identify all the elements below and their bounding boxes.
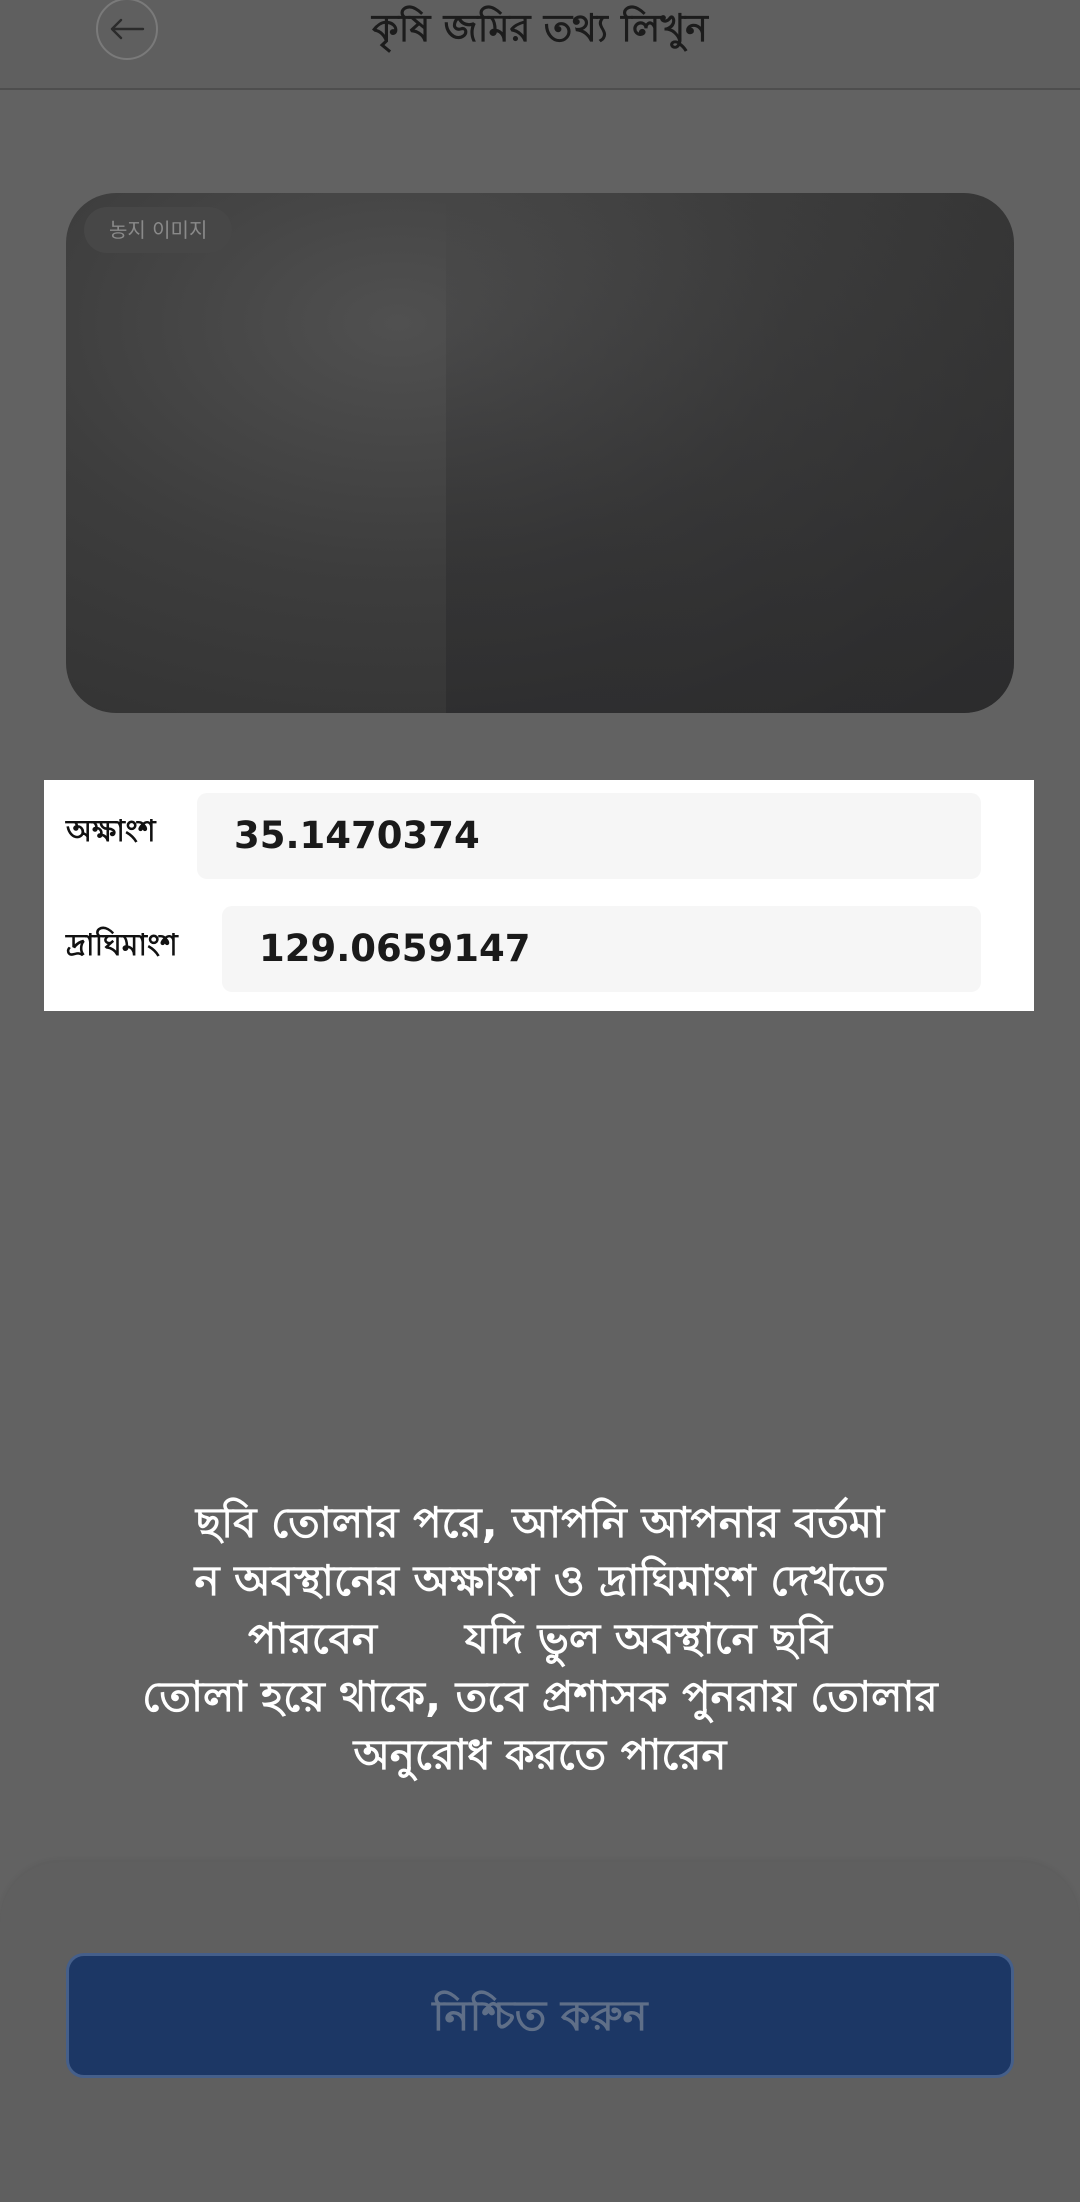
info-line: পারবেন যদি ভুল অবস্থানে ছবি bbox=[247, 1614, 833, 1663]
farmland-photo: 농지 이미지 bbox=[66, 193, 1014, 713]
longitude-field[interactable]: 129.0659147 bbox=[222, 906, 981, 992]
longitude-label: দ্রাঘিমাংশ bbox=[66, 928, 178, 963]
info-line: ন অবস্থানের অক্ষাংশ ও দ্রাঘিমাংশ দেখতে bbox=[194, 1556, 886, 1605]
location-info-text: ছবি তোলার পরে, আপনি আপনার বর্তমা ন অবস্থ… bbox=[60, 1494, 1020, 1784]
latitude-field[interactable]: 35.1470374 bbox=[197, 793, 981, 879]
photo-badge: 농지 이미지 bbox=[84, 207, 233, 253]
info-line: তোলা হয়ে থাকে, তবে প্রশাসক পুনরায় তোলা… bbox=[142, 1672, 938, 1721]
app-header: কৃষি জমির তথ্য লিখুন bbox=[0, 0, 1080, 90]
latitude-label: অক্ষাংশ bbox=[66, 814, 156, 849]
coordinates-panel: অক্ষাংশ 35.1470374 দ্রাঘিমাংশ 129.065914… bbox=[44, 780, 1034, 1011]
info-line: অনুরোধ করতে পারেন bbox=[353, 1730, 727, 1779]
info-line: ছবি তোলার পরে, আপনি আপনার বর্তমা bbox=[195, 1498, 885, 1547]
confirm-button[interactable]: নিশ্চিত করুন bbox=[66, 1953, 1014, 2078]
photo-shadow bbox=[446, 193, 1014, 713]
page-title: কৃষি জমির তথ্য লিখুন bbox=[372, 6, 708, 50]
